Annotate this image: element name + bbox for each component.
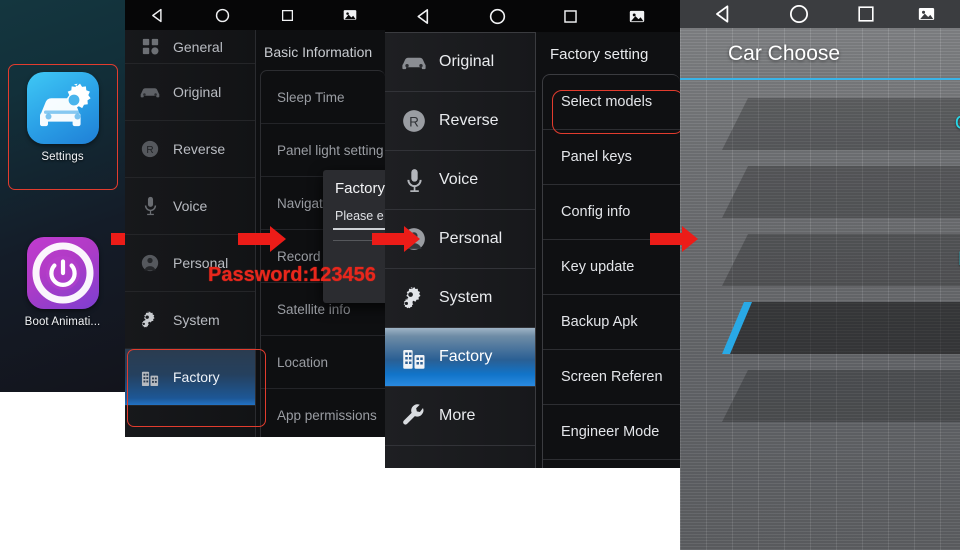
sidebar-item-label: System [173, 312, 220, 328]
power-icon [26, 237, 99, 309]
app-boot-animation[interactable]: Boot Animati... [0, 237, 125, 328]
home-icon[interactable] [461, 7, 534, 26]
row-slab [722, 166, 960, 218]
android-navbar [125, 0, 385, 30]
screenshot-icon[interactable] [320, 9, 380, 21]
sidebar-item-label: Voice [439, 171, 479, 188]
sidebar-item-reverse[interactable]: R Reverse [385, 92, 535, 151]
row-slab [722, 302, 960, 354]
list-item[interactable]: Screen Referen [543, 350, 680, 405]
row-models[interactable]: Models: Cride [680, 226, 960, 294]
back-icon[interactable] [680, 3, 765, 25]
sidebar-item-label: Original [173, 84, 222, 100]
list-item[interactable]: Backup Apk [543, 295, 680, 350]
home-icon[interactable] [765, 3, 832, 25]
factory-setting-panel: Original R Reverse Voice Personal System… [385, 0, 680, 468]
sidebar-item-original[interactable]: Original [385, 33, 535, 92]
launcher-panel: Settings Boot Animati... [0, 0, 125, 392]
sidebar-item-system[interactable]: System [125, 292, 255, 349]
reverse-r-icon: R [137, 136, 163, 162]
row-key: CanBox: [955, 113, 960, 135]
dialog-title: Factory [335, 180, 385, 197]
factory-highlight-box [127, 349, 266, 427]
screenshot-icon[interactable] [607, 10, 667, 23]
sidebar-item-label: General [173, 38, 223, 55]
row-canbox[interactable]: CanBox: Hiwo [680, 90, 960, 158]
sidebar-item-factory[interactable]: Factory [385, 328, 535, 387]
car-icon [399, 49, 429, 75]
sidebar-item-label: Reverse [173, 141, 226, 157]
row-slab [722, 370, 960, 422]
sidebar-item-general[interactable]: General [125, 30, 255, 64]
arrow-settings-to-password [238, 226, 286, 252]
sidebar-item-label: Reverse [439, 112, 499, 129]
dialog-message: Please e [335, 209, 384, 223]
arrow-factory-to-carchoose [650, 226, 698, 252]
row-logo[interactable]: Logo: [680, 362, 960, 430]
sidebar-item-voice[interactable]: Voice [385, 151, 535, 210]
sidebar-item-label: Original [439, 53, 495, 70]
android-navbar [680, 0, 960, 28]
gears-icon [137, 307, 163, 333]
sidebar-item-original[interactable]: Original [125, 64, 255, 121]
recents-icon[interactable] [534, 8, 607, 25]
settings-highlight-box [8, 64, 118, 190]
car-choose-content: Car Choose CanBox: Hiwo Cars: Hond Model… [680, 28, 960, 550]
gears-icon [399, 285, 429, 311]
sidebar-item-label: Voice [173, 198, 208, 214]
sidebar-item-voice[interactable]: Voice [125, 178, 255, 235]
wrench-icon [399, 403, 429, 429]
arrow-password-to-factory [372, 226, 420, 252]
screenshot-icon[interactable] [899, 7, 954, 21]
password-annotation: Password:123456 [208, 264, 376, 286]
sidebar-item-reverse[interactable]: R Reverse [125, 121, 255, 178]
car-icon [137, 79, 163, 105]
list-item[interactable]: Panel keys [543, 130, 680, 185]
select-models-highlight-box [552, 90, 680, 134]
back-icon[interactable] [385, 7, 461, 26]
back-icon[interactable] [125, 7, 190, 24]
sidebar-item-label: Personal [439, 230, 503, 247]
sidebar-item-system[interactable]: System [385, 269, 535, 328]
recents-icon[interactable] [832, 4, 899, 24]
sidebar-item-more[interactable]: More [385, 387, 535, 446]
sidebar-item-label: Factory [439, 348, 493, 365]
row-config[interactable]: Config: Publi [680, 294, 960, 362]
row-cars[interactable]: Cars: Hond [680, 158, 960, 226]
sidebar-item-label: More [439, 407, 476, 424]
recents-icon[interactable] [255, 8, 320, 23]
svg-text:R: R [409, 114, 419, 129]
content-title: Basic Information [264, 44, 373, 60]
row-slab [722, 98, 960, 150]
title-divider [680, 78, 960, 80]
car-choose-panel: Car Choose CanBox: Hiwo Cars: Hond Model… [680, 0, 960, 550]
list-item[interactable]: Sleep Time [261, 71, 385, 124]
microphone-icon [137, 193, 163, 219]
person-icon [137, 250, 163, 276]
microphone-icon [399, 167, 429, 193]
app-label: Boot Animati... [24, 316, 101, 328]
home-icon[interactable] [190, 7, 255, 24]
reverse-r-icon: R [399, 108, 429, 134]
list-item[interactable]: App permissions [261, 389, 385, 437]
android-navbar [385, 0, 680, 32]
grid-icon [137, 34, 163, 60]
list-item[interactable]: Engineer Mode [543, 405, 680, 460]
svg-text:R: R [146, 145, 153, 156]
content-title: Factory setting [550, 46, 649, 63]
building-icon [399, 344, 429, 370]
sidebar-item-label: System [439, 289, 493, 306]
page-title: Car Choose [728, 42, 841, 65]
row-slab [722, 234, 960, 286]
list-item[interactable]: Location [261, 336, 385, 389]
